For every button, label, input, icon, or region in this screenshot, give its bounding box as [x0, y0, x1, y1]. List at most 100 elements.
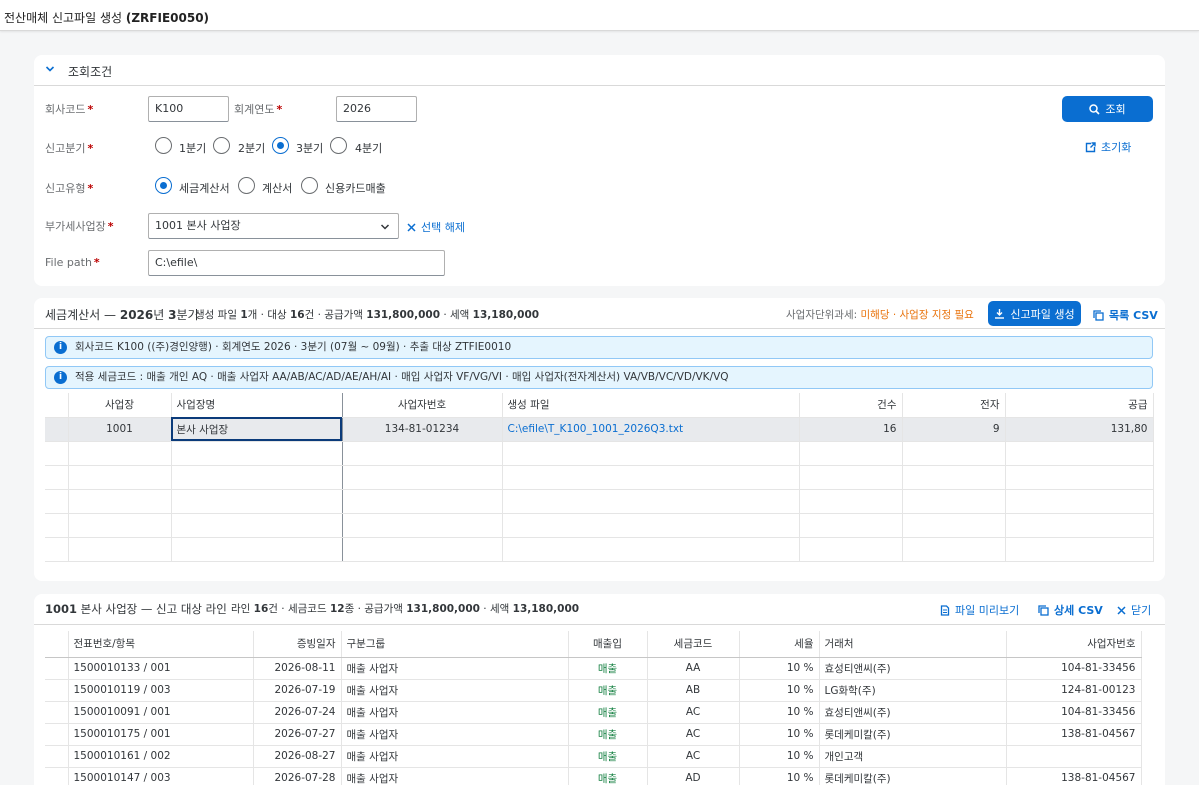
detail-panel: 1001 본사 사업장 — 신고 대상 라인 라인 16건 · 세금코드 12종… [34, 594, 1165, 785]
col-date[interactable]: 증빙일자 [253, 631, 342, 658]
biz-place-value: 1001 본사 사업장 [155, 219, 241, 232]
quarter-label-2: 2분기 [238, 142, 266, 155]
detail-csv-button[interactable]: 상세 CSV [1038, 602, 1103, 618]
shell-bar: 전산매체 신고파일 생성 (ZRFIE0050) [0, 0, 1199, 31]
cell-taxcode: AC [647, 723, 740, 746]
type-radio-invoice[interactable] [238, 177, 255, 194]
cell-rate: 10 % [739, 745, 820, 768]
summary-panel: 세금계산서 — 2026년 3분기 생성 파일 1개 · 대상 16건 · 공급… [34, 298, 1165, 581]
col-regno[interactable]: 사업자번호 [1006, 631, 1142, 658]
cell-doc: 1500010133 / 001 [68, 657, 254, 680]
document-icon [940, 604, 950, 616]
detail-stats: 라인 16건 · 세금코드 12종 · 공급가액 131,800,000 · 세… [231, 603, 580, 615]
row-selector[interactable] [45, 701, 69, 724]
col-regno[interactable]: 사업자번호 [342, 393, 503, 418]
row-selector-header [45, 631, 69, 658]
col-partner[interactable]: 거래처 [819, 631, 1007, 658]
table-row[interactable]: 1500010175 / 001 2026-07-27 매출 사업자 매출 AC 10 %… [45, 723, 1142, 746]
cell-partner: 롯데케미칼(주) [819, 723, 1007, 746]
table-row[interactable]: 1500010147 / 003 2026-07-28 매출 사업자 매출 AD 10 %… [45, 767, 1142, 785]
quarter-radio-3[interactable] [272, 137, 289, 154]
company-label: 회사코드 * [45, 103, 94, 116]
cell-regno [1006, 745, 1142, 768]
quarter-label-4: 4분기 [355, 142, 383, 155]
cell-regno: 104-81-33456 [1006, 701, 1142, 724]
close-detail-button[interactable]: 닫기 [1117, 602, 1151, 618]
info-icon: i [54, 371, 67, 384]
col-elec[interactable]: 전자 [902, 393, 1006, 418]
fiscal-year-input[interactable]: 2026 [336, 96, 417, 122]
cell-partner: 개인고객 [819, 745, 1007, 768]
cell-regno: 124-81-00123 [1006, 679, 1142, 702]
table-row[interactable]: 1500010133 / 001 2026-08-11 매출 사업자 매출 AA 10 %… [45, 657, 1142, 680]
col-biz-name[interactable]: 사업장명 [171, 393, 343, 418]
generate-file-button[interactable]: 신고파일 생성 [988, 301, 1081, 326]
cell-supply: 131,80 [1005, 417, 1154, 442]
cell-partner: 효성티앤씨(주) [819, 701, 1007, 724]
type-radio-card[interactable] [301, 177, 318, 194]
table-row[interactable]: 1500010091 / 001 2026-07-24 매출 사업자 매출 AC 10 %… [45, 701, 1142, 724]
row-selector[interactable] [45, 723, 69, 746]
col-file[interactable]: 생성 파일 [502, 393, 800, 418]
table-row[interactable]: 1500010119 / 003 2026-07-19 매출 사업자 매출 AB 10 %… [45, 679, 1142, 702]
clear-selection-button[interactable]: 선택 해제 [407, 219, 465, 235]
reset-icon [1085, 141, 1096, 152]
biz-place-select[interactable]: 1001 본사 사업장 [148, 213, 399, 239]
col-biz[interactable]: 사업장 [68, 393, 172, 418]
company-code-input[interactable]: K100 [148, 96, 229, 122]
chevron-down-icon [380, 224, 390, 230]
detail-table: 전표번호/항목 증빙일자 구분그룹 매출입 세금코드 세율 거래처 사업자번호 … [45, 631, 1142, 785]
table-row[interactable]: 1500010161 / 002 2026-08-27 매출 사업자 매출 AC 10 %… [45, 745, 1142, 768]
empty-row [45, 489, 1154, 514]
biz-place-label: 부가세사업장 * [45, 220, 114, 233]
row-selector[interactable] [45, 417, 69, 442]
file-path-label: File path * [45, 256, 100, 269]
col-io[interactable]: 매출입 [568, 631, 648, 658]
quarter-label: 신고분기 * [45, 142, 94, 155]
cell-date: 2026-07-24 [253, 701, 342, 724]
col-group[interactable]: 구분그룹 [341, 631, 569, 658]
file-preview-button[interactable]: 파일 미리보기 [940, 602, 1019, 618]
close-icon [407, 222, 416, 232]
col-doc[interactable]: 전표번호/항목 [68, 631, 254, 658]
row-selector[interactable] [45, 679, 69, 702]
cell-date: 2026-07-19 [253, 679, 342, 702]
cell-group: 매출 사업자 [341, 657, 569, 680]
col-supply[interactable]: 공급 [1005, 393, 1154, 418]
table-row[interactable]: 1001 본사 사업장 134-81-01234 C:\efile\T_K100… [45, 417, 1154, 442]
col-count[interactable]: 건수 [799, 393, 903, 418]
cell-io: 매출 [568, 657, 648, 680]
row-selector-header [45, 393, 69, 418]
row-selector[interactable] [45, 657, 69, 680]
file-path-input[interactable]: C:\efile\ [148, 250, 445, 276]
cell-file-link[interactable]: C:\efile\T_K100_1001_2026Q3.txt [502, 417, 800, 442]
col-taxcode[interactable]: 세금코드 [647, 631, 740, 658]
cell-taxcode: AC [647, 745, 740, 768]
summary-title: 세금계산서 — 2026년 3분기 [45, 308, 199, 322]
row-selector[interactable] [45, 745, 69, 768]
cell-group: 매출 사업자 [341, 723, 569, 746]
col-rate[interactable]: 세율 [739, 631, 820, 658]
cell-date: 2026-07-28 [253, 767, 342, 785]
list-csv-button[interactable]: 목록 CSV [1093, 307, 1158, 323]
cell-biz-name[interactable]: 본사 사업장 [171, 417, 343, 442]
info-message-1: i 회사코드 K100 ((주)경인양행) · 회계연도 2026 · 3분기 (… [45, 336, 1153, 359]
cell-io: 매출 [568, 723, 648, 746]
type-radio-tax-invoice[interactable] [155, 177, 172, 194]
year-label: 회계연도 * [234, 103, 283, 116]
quarter-radio-1[interactable] [155, 137, 172, 154]
copy-icon [1093, 309, 1104, 321]
cell-doc: 1500010175 / 001 [68, 723, 254, 746]
quarter-radio-4[interactable] [330, 137, 347, 154]
info-message-2: i 적용 세금코드 : 매출 개인 AQ · 매출 사업자 AA/AB/AC/AD… [45, 366, 1153, 389]
cell-regno: 134-81-01234 [342, 417, 503, 442]
cell-group: 매출 사업자 [341, 679, 569, 702]
cell-rate: 10 % [739, 657, 820, 680]
row-selector[interactable] [45, 767, 69, 785]
quarter-radio-2[interactable] [213, 137, 230, 154]
cell-taxcode: AB [647, 679, 740, 702]
chevron-down-icon[interactable] [45, 64, 55, 77]
reset-button[interactable]: 초기화 [1085, 139, 1131, 155]
detail-title: 1001 본사 사업장 — 신고 대상 라인 [45, 602, 227, 616]
search-button[interactable]: 조회 [1062, 96, 1153, 122]
